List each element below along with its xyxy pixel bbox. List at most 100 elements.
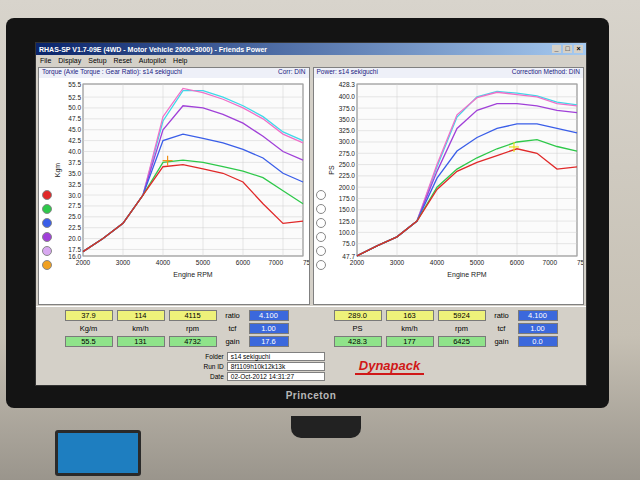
y-tick: 125.0 <box>339 218 577 225</box>
readout-field: 4732 <box>169 336 217 347</box>
svg-text:30.0: 30.0 <box>68 192 81 199</box>
y-tick: 428.3 <box>339 81 577 88</box>
svg-text:47.5: 47.5 <box>68 115 81 122</box>
svg-text:2000: 2000 <box>75 259 90 266</box>
cursor-marker[interactable] <box>509 142 519 152</box>
app-window: RHAS-SP V1.7-09E (4WD - Motor Vehicle 20… <box>35 42 587 386</box>
run-info: Folders14 sekiguchiRun ID8f1109h10k12k13… <box>36 350 586 385</box>
run-info-label: Folder <box>198 353 224 360</box>
readout-field: 37.9 <box>65 310 113 321</box>
monitor-stand <box>291 416 361 438</box>
chart-panel: Torque (Axle Torque : Gear Ratio): s14 s… <box>38 67 310 305</box>
run-info-value: s14 sekiguchi <box>227 352 325 361</box>
series-line <box>83 134 303 252</box>
chart-body: 428.3400.0375.0350.0325.0300.0275.0250.0… <box>314 78 584 304</box>
svg-text:27.5: 27.5 <box>68 202 81 209</box>
svg-text:4000: 4000 <box>155 259 170 266</box>
cursor-marker[interactable] <box>162 156 172 166</box>
setting-field[interactable]: 4.100 <box>249 310 289 321</box>
chart-body: 55.552.550.047.545.042.540.037.535.032.5… <box>39 78 309 304</box>
window-control[interactable]: □ <box>563 45 572 53</box>
readout-field: 114 <box>117 310 165 321</box>
legend-dot[interactable] <box>316 260 326 270</box>
svg-text:7500: 7500 <box>577 259 583 266</box>
series-line <box>83 165 303 252</box>
legend-dot[interactable] <box>42 204 52 214</box>
setting-label: ratio <box>490 310 514 321</box>
setting-field[interactable]: 4.100 <box>518 310 558 321</box>
svg-text:7500: 7500 <box>303 259 309 266</box>
y-tick: 200.0 <box>339 184 577 191</box>
menu-item[interactable]: Reset <box>114 57 132 64</box>
scene: RHAS-SP V1.7-09E (4WD - Motor Vehicle 20… <box>0 0 640 480</box>
svg-text:6000: 6000 <box>510 259 525 266</box>
chart-plot: 428.3400.0375.0350.0325.0300.0275.0250.0… <box>327 78 583 282</box>
run-info-label: Date <box>198 373 224 380</box>
y-axis-label: Kgm <box>54 163 62 178</box>
readout-group: 289.01635924ratio4.100PSkm/hrpmtcf1.0042… <box>334 310 558 347</box>
readout-field: 428.3 <box>334 336 382 347</box>
setting-field[interactable]: 1.00 <box>249 323 289 334</box>
plot-area <box>357 84 577 256</box>
menu-item[interactable]: Display <box>58 57 81 64</box>
readout-group: 37.91144115ratio4.100Kg/mkm/hrpmtcf1.005… <box>65 310 289 347</box>
readout-field: rpm <box>438 323 486 334</box>
svg-text:7000: 7000 <box>268 259 283 266</box>
svg-text:100.0: 100.0 <box>339 229 356 236</box>
legend-dot[interactable] <box>42 260 52 270</box>
series-line <box>83 91 303 252</box>
svg-text:22.5: 22.5 <box>68 224 81 231</box>
legend-dot[interactable] <box>316 218 326 228</box>
chart-title: Torque (Axle Torque : Gear Ratio): s14 s… <box>42 68 182 78</box>
legend-dot[interactable] <box>316 246 326 256</box>
x-tick: 5000 <box>470 84 485 266</box>
y-tick: 22.5 <box>68 224 303 231</box>
legend-dot[interactable] <box>316 204 326 214</box>
x-tick: 4000 <box>430 84 445 266</box>
x-tick: 2000 <box>350 84 365 266</box>
svg-text:5000: 5000 <box>195 259 210 266</box>
readout-field: 4115 <box>169 310 217 321</box>
dynapack-logo: Dynapack <box>355 358 424 375</box>
setting-field[interactable]: 0.0 <box>518 336 558 347</box>
svg-text:35.0: 35.0 <box>68 170 81 177</box>
svg-text:400.0: 400.0 <box>339 93 356 100</box>
title-bar: RHAS-SP V1.7-09E (4WD - Motor Vehicle 20… <box>36 43 586 55</box>
menu-item[interactable]: Help <box>173 57 187 64</box>
setting-field[interactable]: 17.6 <box>249 336 289 347</box>
setting-label: ratio <box>221 310 245 321</box>
legend-dot[interactable] <box>42 218 52 228</box>
legend-dot[interactable] <box>316 190 326 200</box>
chart-correction: Corr: DIN <box>278 68 305 78</box>
readout-field: 131 <box>117 336 165 347</box>
svg-text:40.0: 40.0 <box>68 148 81 155</box>
y-tick: 17.5 <box>68 246 303 253</box>
svg-text:55.5: 55.5 <box>68 81 81 88</box>
setting-label: tcf <box>490 323 514 334</box>
readout-field: 5924 <box>438 310 486 321</box>
svg-text:45.0: 45.0 <box>68 126 81 133</box>
svg-text:350.0: 350.0 <box>339 116 356 123</box>
chart-panel: Power: s14 sekiguchiCorrection Method: D… <box>313 67 585 305</box>
legend-dot[interactable] <box>316 232 326 242</box>
y-tick: 100.0 <box>339 229 577 236</box>
legend-dot[interactable] <box>42 246 52 256</box>
series-line <box>83 160 303 251</box>
svg-text:52.5: 52.5 <box>68 94 81 101</box>
menu-item[interactable]: File <box>40 57 51 64</box>
window-control[interactable]: _ <box>552 45 561 53</box>
legend-dot[interactable] <box>42 190 52 200</box>
chart-legend <box>314 78 328 304</box>
legend-dot[interactable] <box>42 232 52 242</box>
menu-item[interactable]: Autopilot <box>139 57 166 64</box>
readout-field: PS <box>334 323 382 334</box>
window-control[interactable]: × <box>574 45 583 53</box>
series-line <box>83 106 303 252</box>
setting-field[interactable]: 1.00 <box>518 323 558 334</box>
svg-text:37.5: 37.5 <box>68 159 81 166</box>
readout-field: 163 <box>386 310 434 321</box>
svg-text:3000: 3000 <box>390 259 405 266</box>
x-tick: 2000 <box>75 84 90 266</box>
run-info-rows: Folders14 sekiguchiRun ID8f1109h10k12k13… <box>198 352 325 381</box>
menu-item[interactable]: Setup <box>88 57 106 64</box>
